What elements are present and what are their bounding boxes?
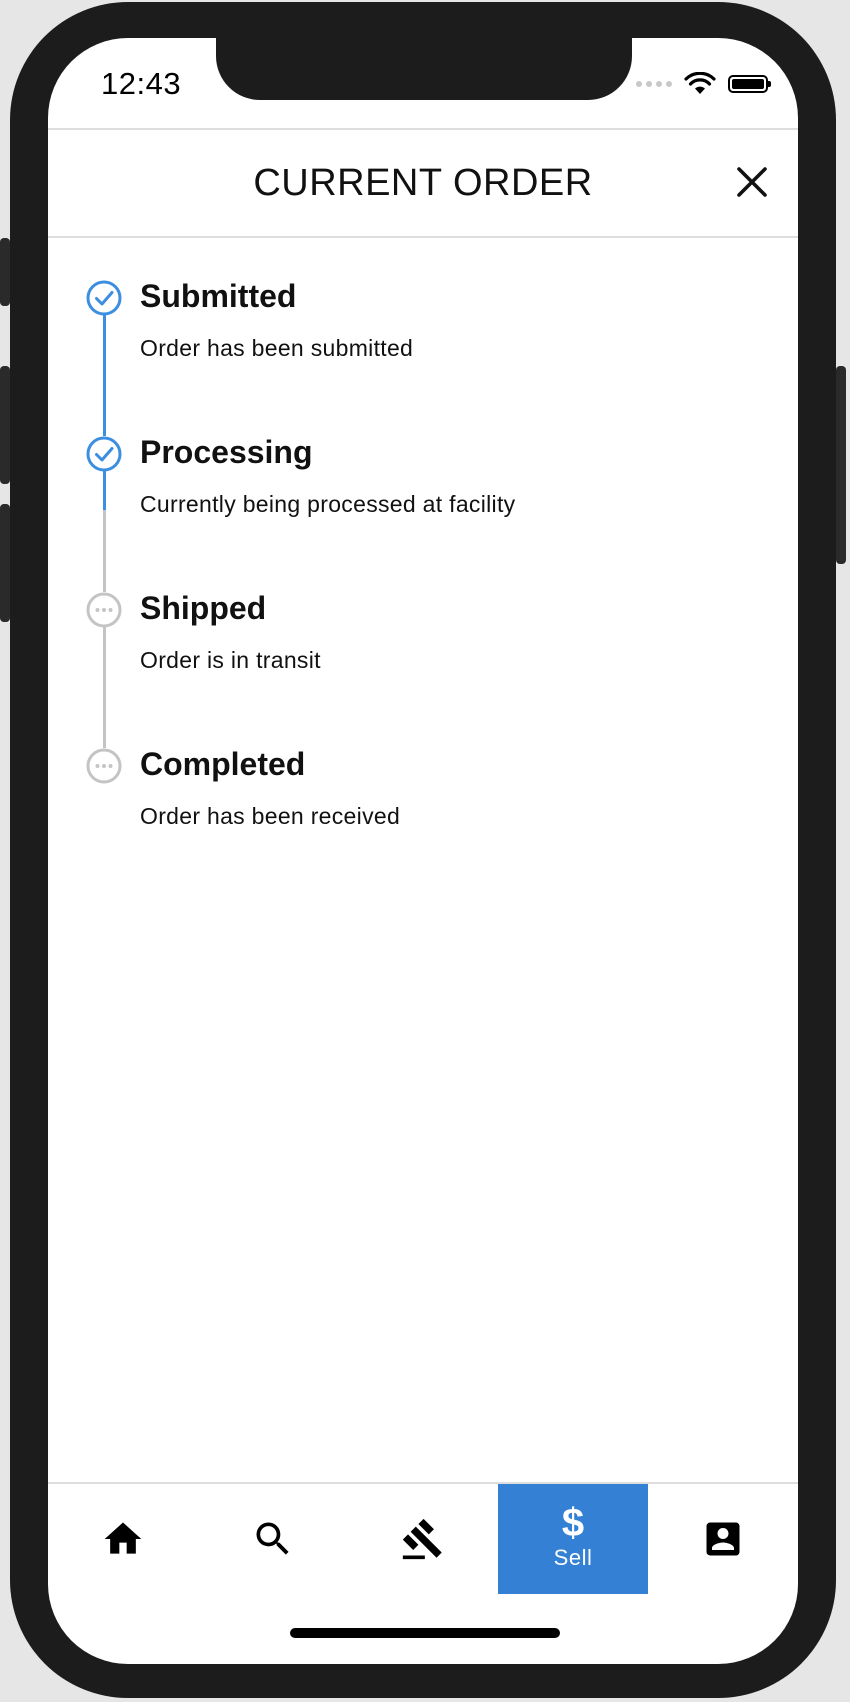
timeline-connector [103, 470, 106, 510]
notch [216, 38, 632, 100]
nav-home[interactable] [48, 1484, 198, 1594]
timeline-connector [103, 394, 106, 436]
page-title: CURRENT ORDER [253, 162, 593, 204]
timeline-step-shipped: Shipped Order is in transit [48, 550, 798, 706]
timeline-step-submitted: Submitted Order has been submitted [48, 238, 798, 394]
status-time: 12:43 [101, 66, 182, 101]
timeline-step-processing: Processing Currently being processed at … [48, 394, 798, 550]
volume-down-button [0, 504, 10, 622]
check-circle-icon [86, 436, 122, 472]
status-icons [636, 72, 771, 96]
step-title: Submitted [140, 278, 297, 314]
home-icon [104, 1522, 142, 1554]
timeline-step-completed: Completed Order has been received [48, 706, 798, 862]
close-icon[interactable] [732, 162, 772, 202]
timeline-connector [103, 626, 106, 706]
timeline-connector [103, 510, 106, 550]
timeline-connector [103, 550, 106, 592]
mute-switch [0, 238, 10, 306]
power-button [836, 366, 846, 564]
dollar-icon: $ [561, 1501, 585, 1545]
app-screen: 12:43 CURRENT ORDER Submitted Order has … [48, 38, 798, 1664]
step-title: Processing [140, 434, 313, 470]
nav-auction[interactable] [348, 1484, 498, 1594]
wifi-icon [684, 72, 716, 94]
page-header: CURRENT ORDER [48, 128, 798, 238]
check-circle-icon [86, 280, 122, 316]
nav-sell-label: Sell [553, 1545, 593, 1570]
timeline-connector [103, 314, 106, 394]
timeline-connector [103, 706, 106, 748]
gavel-icon [402, 1518, 442, 1560]
volume-up-button [0, 366, 10, 484]
home-indicator[interactable] [290, 1628, 560, 1638]
account-box-icon [706, 1522, 740, 1556]
cellular-signal-icon [636, 81, 672, 87]
step-title: Shipped [140, 590, 267, 626]
bottom-nav: $ Sell [48, 1482, 798, 1594]
pending-circle-icon [86, 748, 122, 784]
nav-sell[interactable]: $ Sell [498, 1484, 648, 1594]
step-description: Order has been submitted [140, 335, 414, 361]
nav-account[interactable] [648, 1484, 798, 1594]
step-description: Order is in transit [140, 647, 321, 673]
step-description: Order has been received [140, 803, 401, 829]
nav-search[interactable] [198, 1484, 348, 1594]
battery-icon [728, 75, 771, 93]
step-description: Currently being processed at facility [140, 491, 516, 517]
step-title: Completed [140, 746, 306, 782]
search-icon [256, 1522, 289, 1555]
pending-circle-icon [86, 592, 122, 628]
